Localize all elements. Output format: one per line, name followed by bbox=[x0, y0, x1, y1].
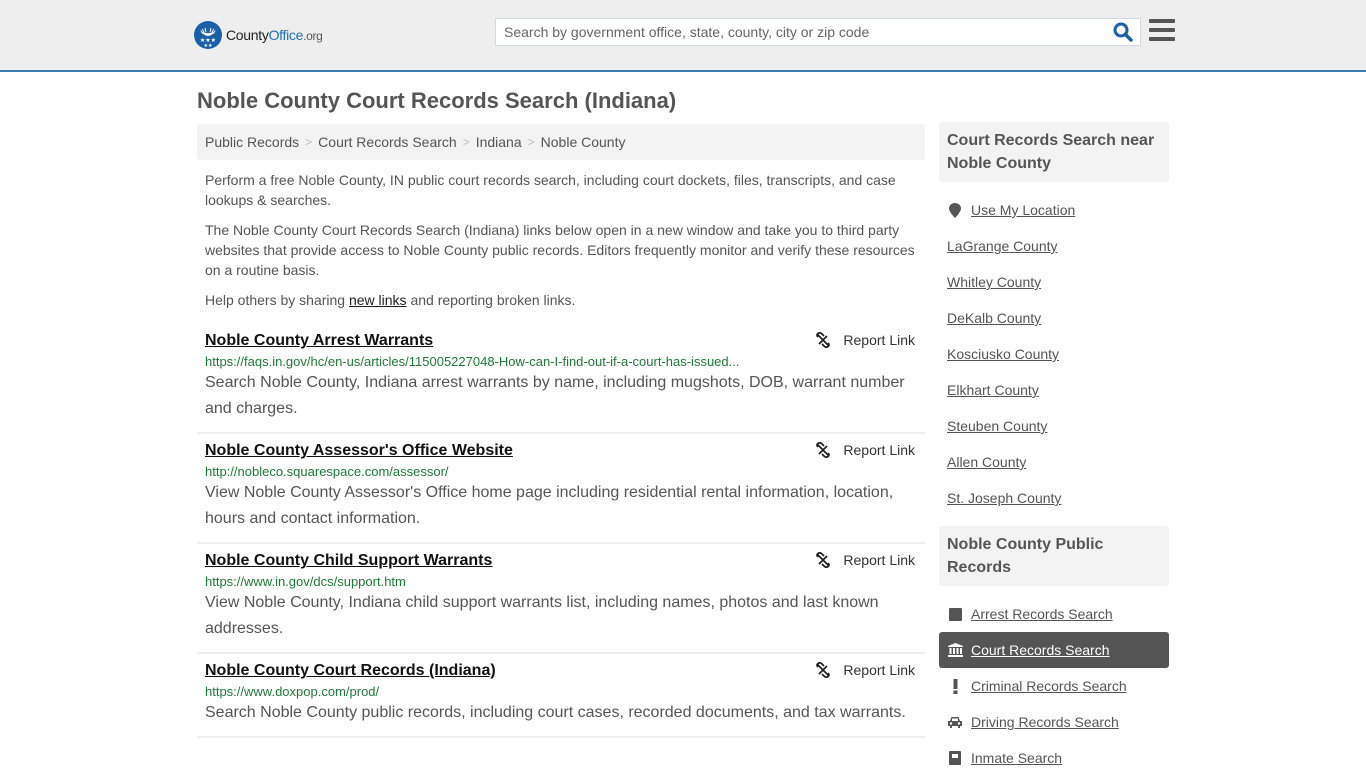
result-url: https://www.in.gov/dcs/support.htm bbox=[205, 574, 406, 589]
map-marker-icon bbox=[947, 202, 963, 218]
nearby-county-item: Steuben County bbox=[939, 408, 1169, 444]
result-description: View Noble County, Indiana child support… bbox=[205, 594, 879, 637]
square-icon bbox=[947, 607, 963, 621]
nearby-county-link[interactable]: DeKalb County bbox=[947, 310, 1041, 326]
nearby-county-item: St. Joseph County bbox=[939, 480, 1169, 516]
sidebar-item-label[interactable]: Arrest Records Search bbox=[971, 606, 1113, 622]
nearby-county-link[interactable]: LaGrange County bbox=[947, 238, 1058, 254]
report-link-button[interactable]: Report Link bbox=[815, 662, 915, 678]
broken-link-icon bbox=[816, 442, 831, 458]
broken-link-icon bbox=[816, 552, 831, 568]
nearby-county-item: Allen County bbox=[939, 444, 1169, 480]
result-title-link[interactable]: Noble County Court Records (Indiana) bbox=[205, 662, 496, 680]
result-title-link[interactable]: Noble County Assessor's Office Website bbox=[205, 442, 513, 460]
public-records-list: Arrest Records Search Court Records Sear… bbox=[939, 586, 1169, 782]
sidebar-item-criminal-records[interactable]: Criminal Records Search bbox=[939, 668, 1169, 704]
intro-paragraph-3: Help others by sharing new links and rep… bbox=[205, 290, 920, 310]
result-url: https://www.doxpop.com/prod/ bbox=[205, 684, 380, 699]
report-link-label: Report Link bbox=[843, 332, 915, 348]
courthouse-icon bbox=[947, 643, 963, 657]
new-links-link[interactable]: new links bbox=[349, 292, 407, 308]
sidebar-item-court-records[interactable]: Court Records Search bbox=[939, 632, 1169, 668]
report-link-label: Report Link bbox=[843, 662, 915, 678]
report-link-label: Report Link bbox=[843, 552, 915, 568]
breadcrumb-indiana[interactable]: Indiana bbox=[476, 134, 522, 150]
nearby-county-item: Elkhart County bbox=[939, 372, 1169, 408]
search-box bbox=[495, 18, 1141, 46]
nearby-county-link[interactable]: Kosciusko County bbox=[947, 346, 1059, 362]
nearby-county-link[interactable]: Elkhart County bbox=[947, 382, 1039, 398]
result-item: Noble County Assessor's Office Website R… bbox=[197, 434, 925, 544]
results-list: Noble County Arrest Warrants Report Link… bbox=[197, 324, 925, 738]
hamburger-menu-icon bbox=[1149, 19, 1175, 23]
eagle-logo-icon: ★★★ ★★ bbox=[194, 21, 222, 49]
nearby-county-link[interactable]: St. Joseph County bbox=[947, 490, 1061, 506]
breadcrumb-separator: > bbox=[305, 135, 313, 149]
result-description: View Noble County Assessor's Office home… bbox=[205, 484, 894, 527]
search-input[interactable] bbox=[496, 19, 1106, 45]
public-records-heading: Noble County Public Records bbox=[939, 526, 1169, 586]
nearby-list: Use My Location LaGrange County Whitley … bbox=[939, 182, 1169, 522]
report-link-label: Report Link bbox=[843, 442, 915, 458]
sidebar-item-label[interactable]: Driving Records Search bbox=[971, 714, 1119, 730]
breadcrumb-separator: > bbox=[527, 135, 535, 149]
breadcrumb-court-records-search[interactable]: Court Records Search bbox=[318, 134, 457, 150]
sidebar-item-inmate-search[interactable]: Inmate Search bbox=[939, 740, 1169, 776]
sidebar-item-label[interactable]: Court Records Search bbox=[971, 642, 1110, 658]
intro-paragraph-1: Perform a free Noble County, IN public c… bbox=[205, 172, 896, 208]
exclamation-icon bbox=[947, 678, 963, 694]
sidebar-item-arrest-records[interactable]: Arrest Records Search bbox=[939, 596, 1169, 632]
intro-text-span: and reporting broken links. bbox=[406, 292, 576, 308]
nearby-county-item: Whitley County bbox=[939, 264, 1169, 300]
result-item: Noble County Court Records (Indiana) Rep… bbox=[197, 654, 925, 738]
site-header: ★★★ ★★ CountyOffice.org bbox=[0, 0, 1366, 72]
logo-wordmark: CountyOffice.org bbox=[226, 27, 323, 43]
sidebar: Court Records Search near Noble County U… bbox=[939, 122, 1169, 782]
sidebar-item-driving-records[interactable]: Driving Records Search bbox=[939, 704, 1169, 740]
result-description: Search Noble County public records, incl… bbox=[205, 704, 906, 721]
nearby-county-link[interactable]: Allen County bbox=[947, 454, 1026, 470]
result-description: Search Noble County, Indiana arrest warr… bbox=[205, 374, 905, 417]
nearby-county-item: DeKalb County bbox=[939, 300, 1169, 336]
hamburger-bar bbox=[1149, 28, 1175, 32]
result-title-link[interactable]: Noble County Arrest Warrants bbox=[205, 332, 433, 350]
report-link-button[interactable]: Report Link bbox=[815, 552, 915, 568]
nearby-county-item: Kosciusko County bbox=[939, 336, 1169, 372]
intro-text: Perform a free Noble County, IN public c… bbox=[205, 170, 920, 320]
sidebar-item-label[interactable]: Criminal Records Search bbox=[971, 678, 1127, 694]
result-item: Noble County Arrest Warrants Report Link… bbox=[197, 324, 925, 434]
breadcrumb-separator: > bbox=[462, 135, 470, 149]
broken-link-icon bbox=[816, 662, 831, 678]
breadcrumb: Public Records > Court Records Search > … bbox=[197, 124, 925, 160]
site-logo[interactable]: ★★★ ★★ CountyOffice.org bbox=[194, 21, 323, 49]
search-icon bbox=[1113, 22, 1133, 42]
inmate-icon bbox=[947, 751, 963, 765]
hamburger-menu-button[interactable] bbox=[1149, 19, 1175, 43]
report-link-button[interactable]: Report Link bbox=[815, 332, 915, 348]
svg-text:★★: ★★ bbox=[204, 43, 213, 49]
result-title-link[interactable]: Noble County Child Support Warrants bbox=[205, 552, 492, 570]
hamburger-bar bbox=[1149, 37, 1175, 41]
nearby-county-link[interactable]: Whitley County bbox=[947, 274, 1041, 290]
use-location-item: Use My Location bbox=[939, 192, 1169, 228]
nearby-county-link[interactable]: Steuben County bbox=[947, 418, 1047, 434]
nearby-heading: Court Records Search near Noble County bbox=[939, 122, 1169, 182]
breadcrumb-public-records[interactable]: Public Records bbox=[205, 134, 299, 150]
result-item: Noble County Child Support Warrants Repo… bbox=[197, 544, 925, 654]
result-url: https://faqs.in.gov/hc/en-us/articles/11… bbox=[205, 354, 740, 369]
intro-text-span: Help others by sharing bbox=[205, 292, 349, 308]
search-button[interactable] bbox=[1112, 21, 1136, 43]
car-icon bbox=[947, 716, 963, 728]
broken-link-icon bbox=[816, 332, 831, 348]
intro-paragraph-2: The Noble County Court Records Search (I… bbox=[205, 222, 915, 278]
sidebar-item-label[interactable]: Inmate Search bbox=[971, 750, 1062, 766]
result-url: http://nobleco.squarespace.com/assessor/ bbox=[205, 464, 449, 479]
report-link-button[interactable]: Report Link bbox=[815, 442, 915, 458]
nearby-county-item: LaGrange County bbox=[939, 228, 1169, 264]
page-title: Noble County Court Records Search (India… bbox=[197, 88, 677, 113]
breadcrumb-noble-county[interactable]: Noble County bbox=[541, 134, 626, 150]
use-my-location-link[interactable]: Use My Location bbox=[971, 202, 1075, 218]
